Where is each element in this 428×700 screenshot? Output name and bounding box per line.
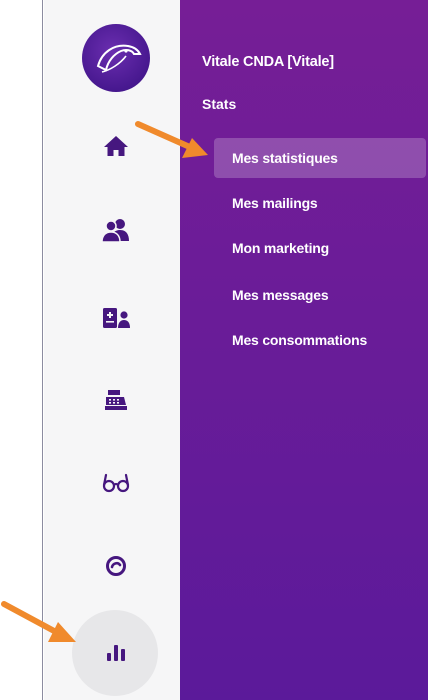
menu-item-mon-marketing[interactable]: Mon marketing xyxy=(214,228,426,268)
nav-users[interactable] xyxy=(86,210,146,250)
menu-item-label: Mes consommations xyxy=(232,332,368,348)
menu-item-mes-mailings[interactable]: Mes mailings xyxy=(214,183,426,223)
nav-optics[interactable] xyxy=(86,462,146,502)
nav-vision[interactable] xyxy=(86,546,146,586)
patient-card-icon xyxy=(103,308,130,328)
menu-item-mes-consommations[interactable]: Mes consommations xyxy=(214,320,426,360)
nav-patients[interactable] xyxy=(86,298,146,338)
bird-logo-icon xyxy=(96,44,142,73)
organization-name: Vitale CNDA [Vitale] xyxy=(202,54,334,70)
cash-register-icon xyxy=(105,390,127,410)
menu-item-label: Mes mailings xyxy=(232,195,318,211)
menu-item-mes-messages[interactable]: Mes messages xyxy=(214,275,426,315)
stats-bars-icon xyxy=(107,645,125,661)
section-title: Stats xyxy=(202,96,237,112)
nav-stats[interactable] xyxy=(86,633,146,673)
menu-item-mes-statistiques[interactable]: Mes statistiques xyxy=(214,138,426,178)
app-logo[interactable] xyxy=(82,24,150,92)
annotation-arrow-icon xyxy=(135,121,208,158)
nav-cash-register[interactable] xyxy=(86,380,146,420)
menu-item-label: Mes messages xyxy=(232,287,329,303)
annotation-arrow-icon xyxy=(1,601,76,642)
menu-item-label: Mes statistiques xyxy=(232,150,338,166)
users-icon xyxy=(101,219,129,243)
glasses-icon xyxy=(102,473,130,493)
home-icon xyxy=(104,136,128,156)
eye-icon xyxy=(106,556,126,576)
menu-item-label: Mon marketing xyxy=(232,240,329,256)
